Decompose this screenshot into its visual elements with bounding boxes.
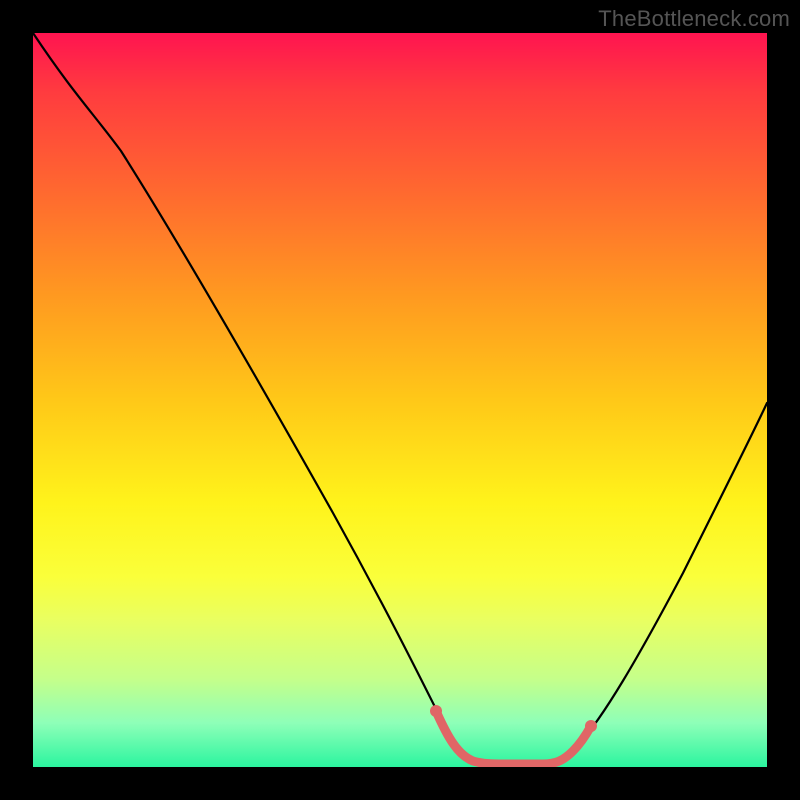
highlight-end-dot xyxy=(585,720,597,732)
watermark-text: TheBottleneck.com xyxy=(598,6,790,32)
chart-plot-area xyxy=(33,33,767,767)
bottleneck-curve-svg xyxy=(33,33,767,767)
highlight-start-dot xyxy=(430,705,442,717)
bottleneck-curve-path xyxy=(33,33,767,764)
bottleneck-highlight-segment xyxy=(436,711,591,764)
